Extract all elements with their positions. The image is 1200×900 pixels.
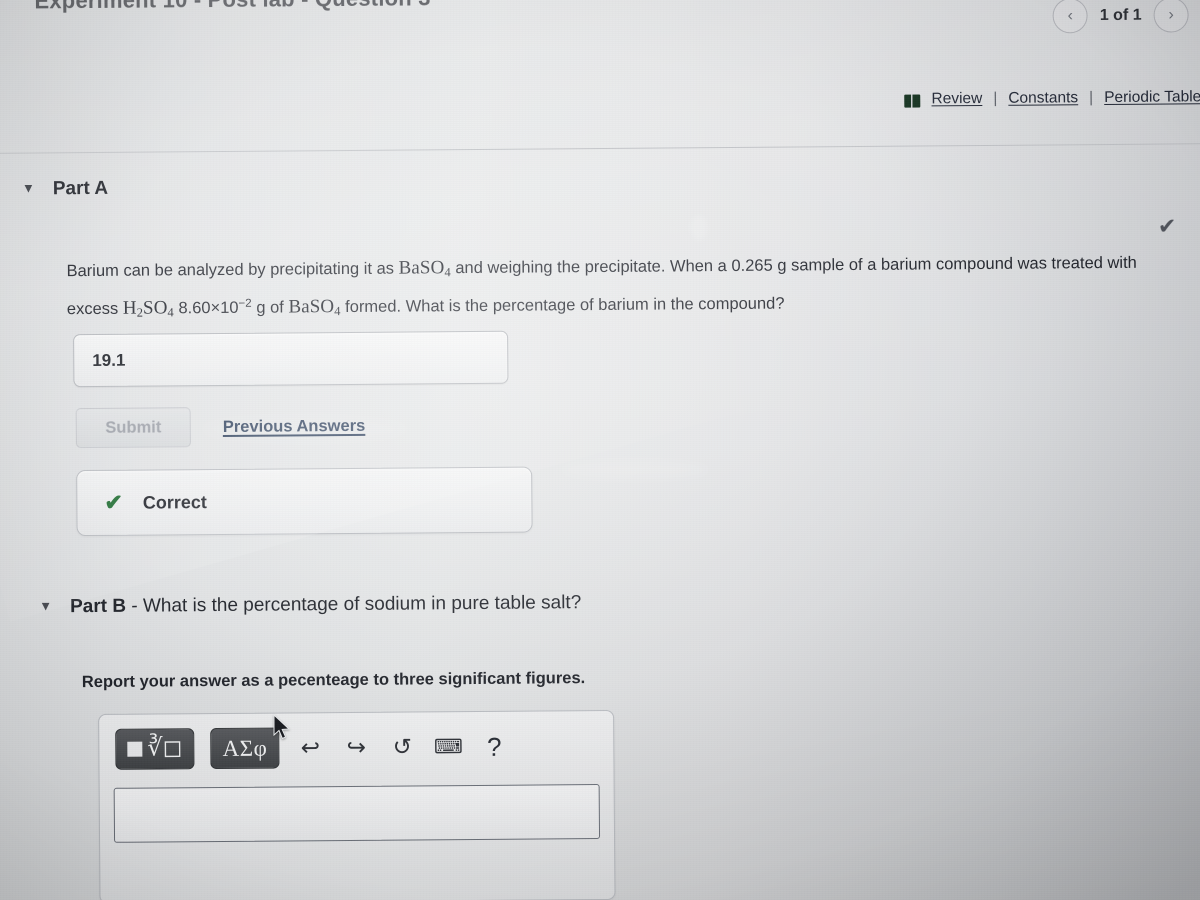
question-seg-1: Barium can be analyzed by precipitating … [66, 259, 399, 281]
resource-links-bar: Review | Constants | Periodic Table [904, 88, 1200, 108]
redo-icon[interactable]: ↪ [341, 732, 371, 762]
next-question-button[interactable]: › [1153, 0, 1189, 33]
question-seg-2: and weighing the precipitate. When a [450, 256, 732, 278]
part-a-title: Part A [52, 177, 109, 200]
screen-photo-surface: Experiment 10 - Post lab - Question 3 ‹ … [0, 0, 1200, 900]
chevron-left-icon: ‹ [1067, 6, 1074, 24]
previous-answers-link[interactable]: Previous Answers [223, 416, 366, 436]
periodic-table-link[interactable]: Periodic Table [1104, 88, 1200, 107]
chemical-formula-h2so4: H2SO4 [122, 297, 174, 320]
greek-symbols-button[interactable]: ΑΣφ [210, 727, 280, 770]
part-a-action-row: Submit Previous Answers [75, 406, 366, 449]
header-divider [0, 143, 1200, 154]
question-pager: ‹ 1 of 1 › [1052, 0, 1189, 34]
part-b-answer-widget: ∛◻ ΑΣφ ↩ ↪ ↺ ⌨ ? [98, 709, 616, 900]
help-icon[interactable]: ? [479, 731, 509, 761]
collapse-caret-icon[interactable]: ▼ [22, 180, 35, 195]
part-a-answer-input[interactable]: 19.1 [73, 330, 509, 388]
chemical-formula-baso4-2: BaSO4 [288, 296, 341, 319]
constants-link[interactable]: Constants [1008, 89, 1078, 108]
book-icon [904, 93, 921, 108]
check-icon: ✔ [104, 489, 123, 515]
keyboard-icon[interactable]: ⌨ [433, 732, 463, 762]
chevron-right-icon: › [1168, 5, 1174, 24]
precipitate-mass-value: 8.60×10−2 g [178, 297, 266, 318]
page-title: Experiment 10 - Post lab - Question 3 [34, 0, 430, 14]
collapse-caret-icon-b[interactable]: ▼ [39, 598, 52, 613]
math-toolbar: ∛◻ ΑΣφ ↩ ↪ ↺ ⌨ ? [99, 711, 613, 770]
question-seg-4: of [265, 298, 289, 317]
question-seg-5: formed. What is the percentage of barium… [340, 294, 785, 317]
submit-button[interactable]: Submit [75, 407, 191, 449]
nth-root-icon: ∛◻ [147, 734, 183, 762]
part-b-answer-input[interactable] [113, 784, 601, 843]
part-b-header[interactable]: ▼ Part B - What is the percentage of sod… [39, 592, 581, 618]
part-b-instruction: Report your answer as a pecenteage to th… [81, 669, 586, 692]
previous-question-button[interactable]: ‹ [1052, 0, 1088, 34]
pager-label: 1 of 1 [1099, 6, 1142, 24]
part-b-title: Part B - What is the percentage of sodiu… [70, 592, 582, 618]
part-a-feedback-banner: ✔ Correct [76, 466, 533, 537]
square-placeholder-icon [127, 741, 143, 757]
greek-letters-label: ΑΣφ [222, 735, 268, 761]
link-separator-2: | [1089, 89, 1094, 107]
review-link[interactable]: Review [931, 90, 982, 108]
sample-mass-value: 0.265 g [731, 256, 787, 275]
math-template-button[interactable]: ∛◻ [115, 728, 195, 770]
feedback-label: Correct [142, 491, 207, 513]
chemical-formula-baso4-1: BaSO4 [398, 257, 451, 280]
part-b-title-question: - What is the percentage of sodium in pu… [125, 592, 582, 617]
part-a-answer-value: 19.1 [92, 350, 126, 370]
part-a-header[interactable]: ▼ Part A [22, 178, 108, 201]
part-a-question-text: Barium can be analyzed by precipitating … [66, 247, 1187, 328]
undo-icon[interactable]: ↩ [295, 733, 325, 763]
mouse-cursor [273, 714, 291, 740]
part-a-complete-check-icon: ✔ [1157, 213, 1177, 239]
mastering-chemistry-question-page: Experiment 10 - Post lab - Question 3 ‹ … [0, 0, 1200, 900]
reset-icon[interactable]: ↺ [387, 732, 417, 762]
link-separator-1: | [993, 89, 998, 107]
